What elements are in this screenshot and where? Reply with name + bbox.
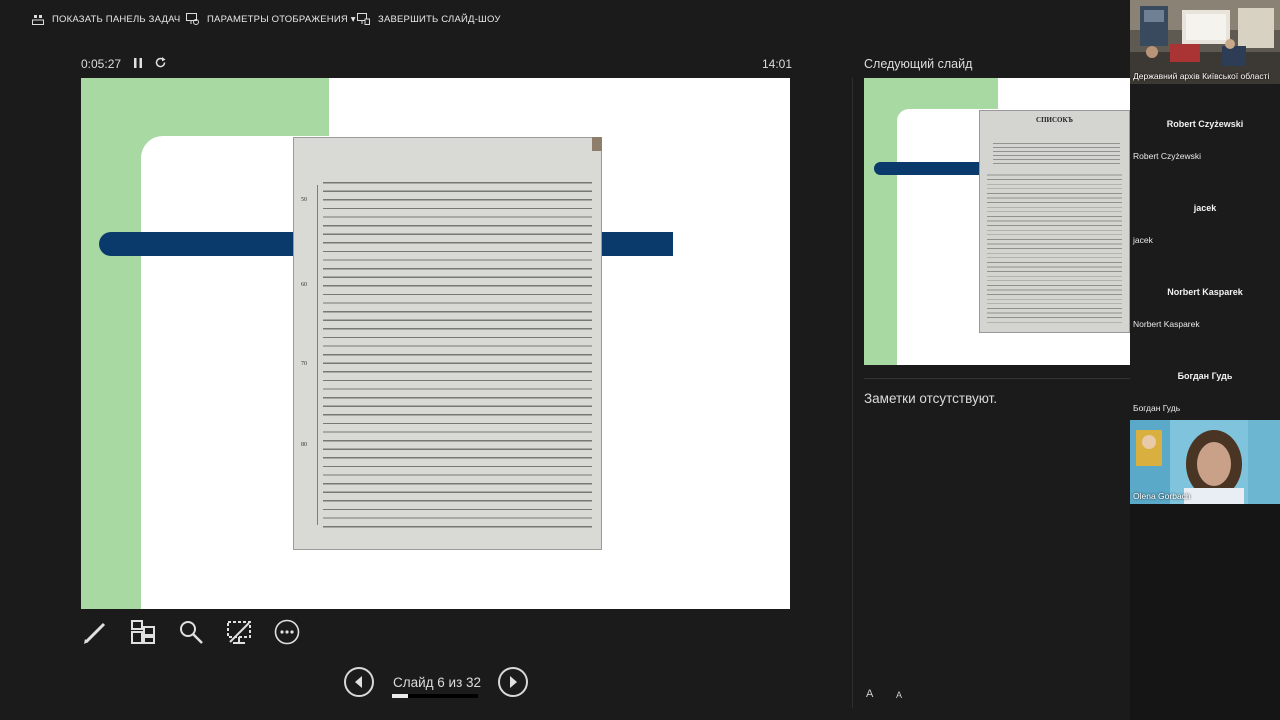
more-options-button[interactable] [273, 618, 301, 646]
participant-display-name: Богдан Гудь [1177, 371, 1233, 381]
participant-name: Olena Gorbach [1133, 491, 1191, 501]
elapsed-timer: 0:05:27 [81, 57, 122, 71]
participant-video-olena[interactable]: Olena Gorbach [1130, 420, 1280, 504]
zoom-icon [180, 621, 203, 644]
presenter-topbar: ПОКАЗАТЬ ПАНЕЛЬ ЗАДАЧ ПАРАМЕТРЫ ОТОБРАЖЕ… [0, 0, 1130, 36]
participant-display-name: Norbert Kasparek [1167, 287, 1243, 297]
doc-line-number: 50 [301, 197, 307, 203]
participant-display-name: Robert Czyżewski [1166, 119, 1244, 129]
end-slideshow-button[interactable]: ЗАВЕРШИТЬ СЛАЙД-ШОУ [357, 10, 501, 28]
participant-tile[interactable]: Robert Czyżewski Robert Czyżewski [1130, 84, 1280, 168]
reset-icon[interactable] [154, 56, 167, 69]
participant-tile[interactable]: Norbert Kasparek Norbert Kasparek [1130, 252, 1280, 336]
pen-tool-button[interactable] [81, 618, 109, 646]
show-taskbar-button[interactable]: ПОКАЗАТЬ ПАНЕЛЬ ЗАДАЧ [32, 10, 180, 28]
next-arrow-icon [510, 676, 517, 688]
pen-icon [84, 622, 106, 644]
black-screen-icon [227, 621, 251, 644]
pane-divider[interactable] [852, 78, 853, 708]
next-slide-heading: Следующий слайд [864, 57, 973, 71]
more-options-icon [274, 619, 300, 645]
participant-display-name: jacek [1193, 203, 1217, 213]
next-slide-button[interactable] [498, 667, 528, 697]
speaker-notes: Заметки отсутствуют. [864, 391, 997, 406]
document-text-lines [323, 177, 592, 530]
see-all-slides-button[interactable] [129, 618, 157, 646]
participant-name: Державний архів Київської області [1133, 71, 1270, 81]
display-settings-button[interactable]: ПАРАМЕТРЫ ОТОБРАЖЕНИЯ ▾ [186, 10, 356, 28]
participant-video-archive[interactable]: Державний архів Київської області [1130, 0, 1280, 84]
participant-name: jacek [1133, 235, 1153, 245]
display-settings-icon [186, 13, 199, 25]
slide-tools [81, 618, 301, 646]
participant-name: Norbert Kasparek [1133, 319, 1200, 329]
current-slide[interactable]: 50 60 70 80 [81, 78, 790, 609]
end-show-icon [357, 13, 370, 25]
slide-progress-fill [392, 694, 409, 698]
participant-tile[interactable]: Богдан Гудь Богдан Гудь [1130, 336, 1280, 420]
participant-name: Богдан Гудь [1133, 403, 1181, 413]
next-slide-document-image: СПИСОКЪ [979, 110, 1130, 333]
doc-line-number: 60 [301, 282, 307, 288]
previous-slide-button[interactable] [344, 667, 374, 697]
participant-name: Robert Czyżewski [1133, 151, 1202, 161]
pause-icon[interactable] [134, 58, 142, 68]
increase-font-button[interactable]: A [866, 688, 873, 700]
decrease-font-button[interactable]: A [896, 690, 902, 700]
doc-line-number: 70 [301, 361, 307, 367]
zoom-button[interactable] [177, 618, 205, 646]
black-screen-button[interactable] [225, 618, 253, 646]
taskbar-icon [32, 14, 44, 25]
next-doc-heading: СПИСОКЪ [1036, 116, 1073, 124]
doc-line-number: 80 [301, 442, 307, 448]
participant-tile[interactable]: jacek jacek [1130, 168, 1280, 252]
end-slideshow-label: ЗАВЕРШИТЬ СЛАЙД-ШОУ [378, 13, 501, 25]
previous-arrow-icon [355, 676, 362, 688]
notes-separator [864, 378, 1130, 379]
archive-document-image: 50 60 70 80 [293, 137, 602, 550]
next-slide-preview[interactable]: СПИСОКЪ [864, 78, 1130, 365]
display-settings-label: ПАРАМЕТРЫ ОТОБРАЖЕНИЯ ▾ [207, 13, 356, 25]
slide-progress-bar [392, 694, 478, 698]
current-time: 14:01 [762, 57, 793, 71]
show-taskbar-label: ПОКАЗАТЬ ПАНЕЛЬ ЗАДАЧ [52, 13, 181, 25]
slide-counter: Слайд 6 из 32 [393, 675, 482, 690]
all-slides-icon [131, 620, 155, 644]
